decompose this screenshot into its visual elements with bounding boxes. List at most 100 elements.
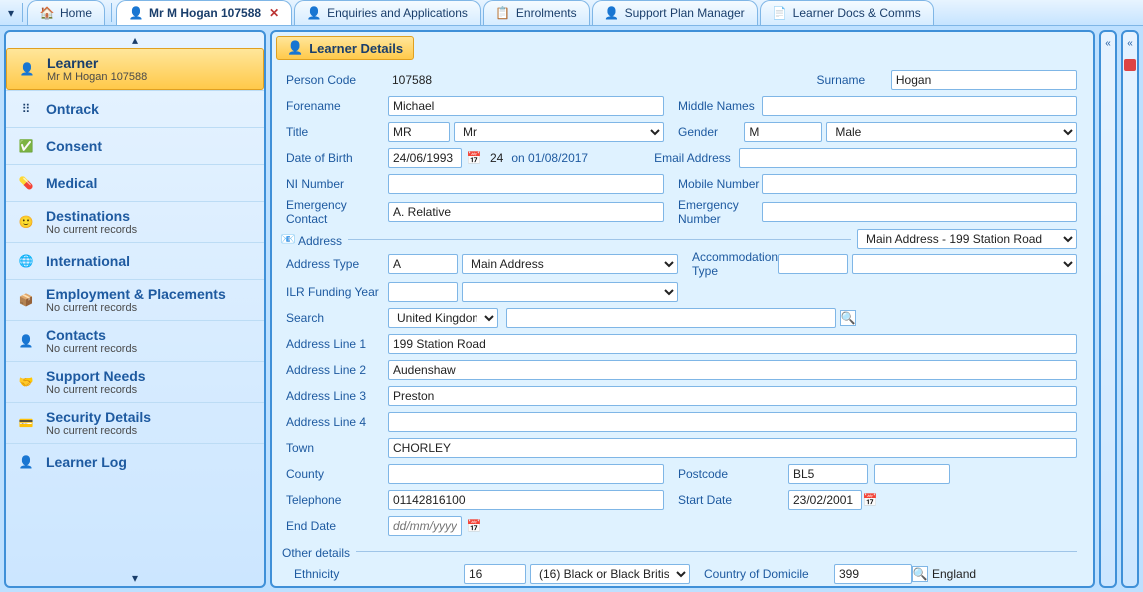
calendar-icon[interactable]: 📅 [862,492,878,508]
label-emerg-num: Emergency Number [668,198,762,226]
email-input[interactable] [739,148,1077,168]
address-search-input[interactable] [506,308,836,328]
age-value: 24 [486,151,503,165]
label-forename: Forename [280,99,388,113]
user-red2-icon: 👤 [14,450,38,474]
tab-icon: 👤 [307,6,321,20]
addr-type-code-input[interactable] [388,254,458,274]
label-emerg: Emergency Contact [280,198,388,226]
calendar-icon[interactable]: 📅 [466,150,482,166]
user-check-icon: ✅ [14,134,38,158]
forename-input[interactable] [388,96,664,116]
accom-code-input[interactable] [778,254,848,274]
sidebar-item-contacts[interactable]: 👤ContactsNo current records [6,320,264,361]
ilr-select[interactable] [462,282,678,302]
ethnicity-code-input[interactable] [464,564,526,584]
sidebar-item-label: Medical [46,175,97,191]
sidebar-item-ontrack[interactable]: ⠿Ontrack [6,90,264,127]
sidebar-item-label: Learner Log [46,454,127,470]
title-select[interactable]: Mr [454,122,664,142]
tab-enrolments[interactable]: 📋Enrolments [483,0,590,25]
medkit-icon: 💊 [14,171,38,195]
label-surname: Surname [807,73,891,87]
tab-home[interactable]: 🏠Home [27,0,105,25]
sidebar-item-label: Employment & Placements [46,286,226,302]
search-country-select[interactable]: United Kingdom [388,308,498,328]
age-as-of: on 01/08/2017 [507,151,588,165]
tab-mr-m-hogan-107588[interactable]: 👤Mr M Hogan 107588✕ [116,0,292,25]
tab-support-plan-manager[interactable]: 👤Support Plan Manager [592,0,758,25]
ni-input[interactable] [388,174,664,194]
domicile-code-input[interactable] [834,564,912,584]
town-input[interactable] [388,438,1077,458]
sidebar-item-label: Security Details [46,409,151,425]
sidebar-item-medical[interactable]: 💊 Medical [6,164,264,201]
county-input[interactable] [388,464,664,484]
emerg-number-input[interactable] [762,202,1077,222]
label-start: Start Date [668,493,788,507]
tab-enquiries-and-applications[interactable]: 👤Enquiries and Applications [294,0,481,25]
user-blue-icon: 👤 [14,329,38,353]
person-code-value: 107588 [388,73,528,87]
sidebar-item-international[interactable]: 🌐International [6,242,264,279]
sidebar-item-consent[interactable]: ✅Consent [6,127,264,164]
ilr-code-input[interactable] [388,282,458,302]
sidebar-item-employment-placements[interactable]: 📦Employment & PlacementsNo current recor… [6,279,264,320]
mobile-input[interactable] [762,174,1077,194]
end-date-input[interactable] [388,516,462,536]
sidebar-item-support-needs[interactable]: 🤝Support NeedsNo current records [6,361,264,402]
line2-input[interactable] [388,360,1077,380]
dest-icon: 🙂 [14,210,38,234]
tab-learner-docs-comms[interactable]: 📄Learner Docs & Comms [760,0,934,25]
gender-code-input[interactable] [744,122,822,142]
right-panel-collapsed-1[interactable]: « [1099,30,1117,588]
sidebar-item-destinations[interactable]: 🙂DestinationsNo current records [6,201,264,242]
address-picker[interactable]: Main Address - 199 Station Road [857,229,1077,249]
sidebar-item-subtext: Mr M Hogan 107588 [47,71,147,83]
line1-input[interactable] [388,334,1077,354]
tab-icon: 👤 [129,6,143,20]
address-icon: 📧 [280,231,296,247]
tab-label: Home [60,6,92,20]
search-icon[interactable]: 🔍 [840,310,856,326]
box-icon: 📦 [14,288,38,312]
sidebar-item-label: Destinations [46,208,130,224]
ethnicity-select[interactable]: (16) Black or Black Britis [530,564,690,584]
start-date-input[interactable] [788,490,862,510]
label-ethnicity: Ethnicity [280,567,388,581]
line4-input[interactable] [388,412,1077,432]
sidebar-item-subtext: No current records [46,343,137,355]
middle-names-input[interactable] [762,96,1077,116]
sidebar-item-label: Learner [47,55,98,71]
close-icon[interactable]: ✕ [269,6,279,20]
app-menu-dropdown[interactable]: ▾ [4,0,18,25]
user-red-icon: 👤 [15,57,39,81]
panel-title: 👤 Learner Details [276,36,414,60]
emerg-contact-input[interactable] [388,202,664,222]
calendar-icon[interactable]: 📅 [466,518,482,534]
telephone-input[interactable] [388,490,664,510]
label-line2: Address Line 2 [280,363,388,377]
label-person-code: Person Code [280,73,388,87]
sidebar-item-security-details[interactable]: 💳Security DetailsNo current records [6,402,264,443]
accom-select[interactable] [852,254,1077,274]
label-accom: Accommodation Type [682,250,778,278]
title-code-input[interactable] [388,122,450,142]
sidebar-item-learner-log[interactable]: 👤 Learner Log [6,443,264,480]
lookup-icon[interactable]: 🔍 [912,566,928,582]
tab-bar: ▾ 🏠Home 👤Mr M Hogan 107588✕👤Enquiries and… [0,0,1143,26]
sidebar-item-learner[interactable]: 👤 LearnerMr M Hogan 107588 [6,48,264,90]
postcode2-input[interactable] [874,464,950,484]
right-panel-collapsed-2[interactable]: « [1121,30,1139,588]
learner-details-panel: 👤 Learner Details Person Code 107588 Sur… [270,30,1095,588]
gender-select[interactable]: Male [826,122,1077,142]
dots-icon: ⠿ [14,97,38,121]
surname-input[interactable] [891,70,1077,90]
sidebar-scroll-down[interactable]: ▾ [6,570,264,586]
postcode-input[interactable] [788,464,868,484]
label-postcode: Postcode [668,467,788,481]
addr-type-select[interactable]: Main Address [462,254,678,274]
line3-input[interactable] [388,386,1077,406]
dob-input[interactable] [388,148,462,168]
sidebar-scroll-up[interactable]: ▴ [6,32,264,48]
